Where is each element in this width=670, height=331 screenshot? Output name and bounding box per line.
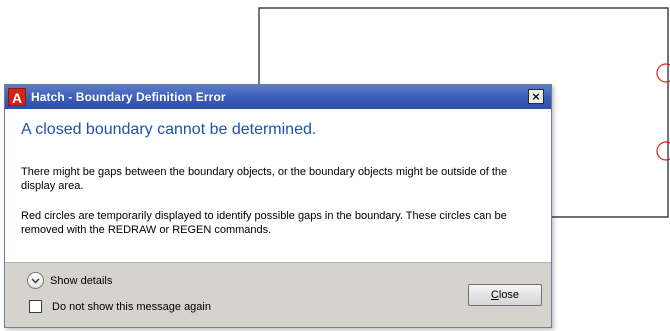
close-button-access-key: C — [490, 289, 499, 301]
autocad-a-icon: A — [8, 88, 26, 106]
do-not-show-label[interactable]: Do not show this message again — [52, 301, 211, 313]
red-circles-text: Red circles are temporarily displayed to… — [21, 210, 507, 236]
dialog-footer: Show details Do not show this message ag… — [5, 262, 551, 327]
main-instruction: A closed boundary cannot be determined. — [21, 121, 317, 138]
dialog-title: Hatch - Boundary Definition Error — [31, 90, 226, 104]
explanation-text: There might be gaps between the boundary… — [21, 166, 508, 192]
dialog-content: A closed boundary cannot be determined. … — [5, 109, 551, 262]
show-details-label[interactable]: Show details — [50, 275, 112, 287]
close-button[interactable]: Close — [468, 284, 542, 306]
title-bar[interactable]: A Hatch - Boundary Definition Error × — [5, 85, 551, 109]
do-not-show-checkbox[interactable] — [29, 300, 42, 313]
close-button-label: lose — [498, 289, 520, 301]
boundary-error-dialog: A Hatch - Boundary Definition Error × A … — [4, 84, 552, 328]
show-details-toggle[interactable]: Show details — [27, 272, 112, 289]
screenshot-canvas: A Hatch - Boundary Definition Error × A … — [0, 0, 670, 331]
do-not-show-option[interactable]: Do not show this message again — [29, 300, 211, 313]
chevron-down-icon[interactable] — [27, 272, 44, 289]
close-icon[interactable]: × — [528, 89, 544, 104]
